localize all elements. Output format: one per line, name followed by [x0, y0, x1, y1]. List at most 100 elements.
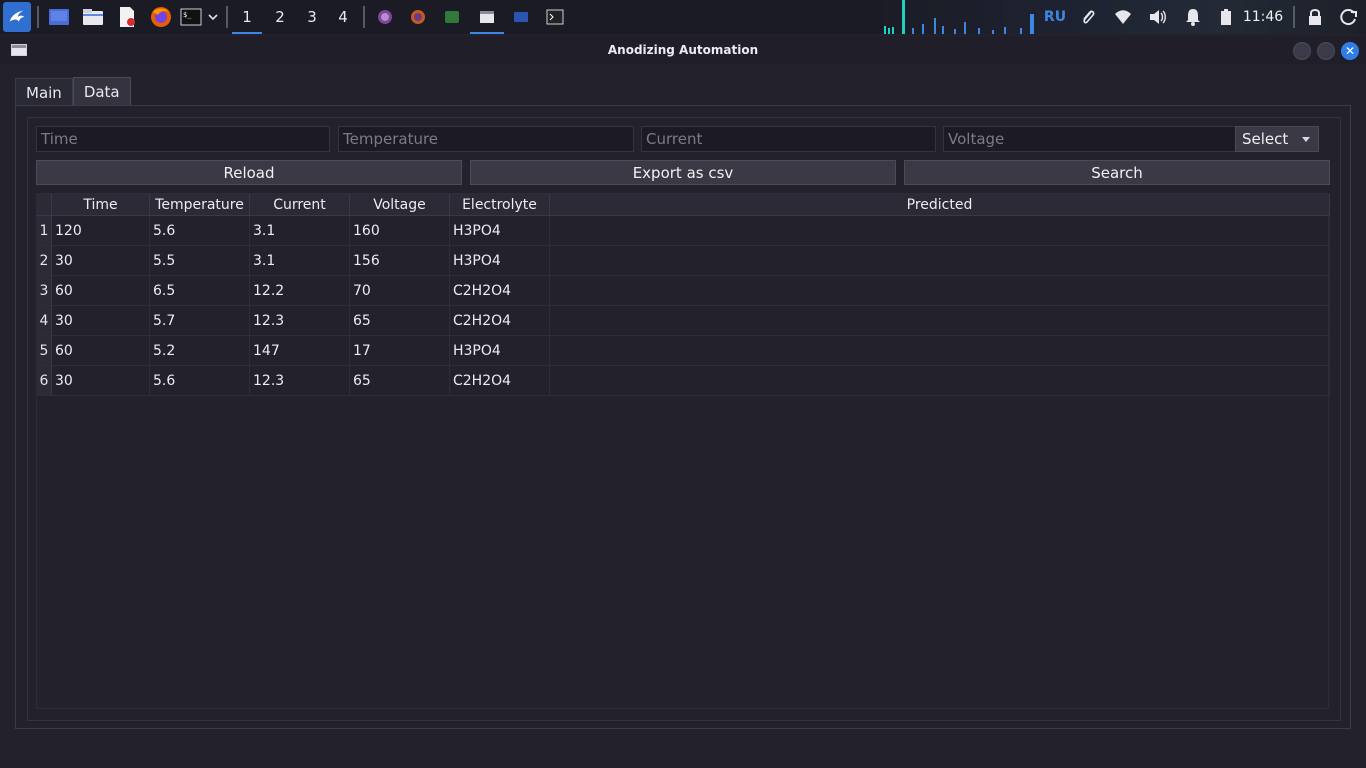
cell-voltage[interactable]: 156	[350, 246, 450, 276]
task-tor-browser[interactable]	[372, 0, 398, 34]
cell-current[interactable]: 12.3	[250, 306, 350, 336]
column-header-time[interactable]: Time	[52, 194, 150, 216]
table-row[interactable]: 6 30 5.6 12.3 65 C2H2O4	[37, 366, 1330, 396]
cell-temperature[interactable]: 5.6	[150, 366, 250, 396]
volume-button[interactable]	[1146, 0, 1170, 34]
cell-current[interactable]: 12.3	[250, 366, 350, 396]
table-row[interactable]: 5 60 5.2 147 17 H3PO4	[37, 336, 1330, 366]
cell-voltage[interactable]: 17	[350, 336, 450, 366]
tab-data[interactable]: Data	[72, 77, 131, 106]
cell-predicted[interactable]	[550, 306, 1330, 336]
corner-header[interactable]	[37, 194, 52, 216]
cell-predicted[interactable]	[550, 276, 1330, 306]
electrolyte-select[interactable]: Select	[1235, 126, 1319, 152]
cell-temperature[interactable]: 5.6	[150, 216, 250, 246]
app-window-icon	[514, 12, 528, 22]
export-csv-button[interactable]: Export as csv	[470, 160, 896, 185]
terminal-icon: $_	[180, 8, 202, 26]
file-manager-launcher[interactable]	[80, 0, 106, 34]
search-button[interactable]: Search	[904, 160, 1330, 185]
keyboard-layout-indicator[interactable]: RU	[1042, 0, 1068, 34]
cell-current[interactable]: 12.2	[250, 276, 350, 306]
cell-electrolyte[interactable]: C2H2O4	[450, 306, 550, 336]
maximize-button[interactable]	[1317, 42, 1335, 60]
task-app-green[interactable]	[439, 0, 465, 34]
cell-time[interactable]: 60	[52, 336, 150, 366]
cell-current[interactable]: 3.1	[250, 216, 350, 246]
cell-predicted[interactable]	[550, 216, 1330, 246]
close-button[interactable]: ✕	[1341, 42, 1359, 60]
voltage-filter-input[interactable]	[943, 126, 1238, 152]
minimize-button[interactable]	[1293, 42, 1311, 60]
tab-bar: Main Data	[15, 77, 131, 106]
cell-time[interactable]: 30	[52, 366, 150, 396]
cell-current[interactable]: 3.1	[250, 246, 350, 276]
cell-voltage[interactable]: 65	[350, 306, 450, 336]
cell-predicted[interactable]	[550, 366, 1330, 396]
cell-current[interactable]: 147	[250, 336, 350, 366]
logout-button[interactable]	[1337, 0, 1361, 34]
column-header-electrolyte[interactable]: Electrolyte	[450, 194, 550, 216]
row-header[interactable]: 2	[37, 246, 52, 275]
cell-electrolyte[interactable]: H3PO4	[450, 216, 550, 246]
cell-electrolyte[interactable]: C2H2O4	[450, 366, 550, 396]
row-header[interactable]: 1	[37, 216, 52, 245]
clock[interactable]: 11:46	[1241, 0, 1285, 34]
cell-time[interactable]: 60	[52, 276, 150, 306]
battery-button[interactable]	[1214, 0, 1238, 34]
cell-predicted[interactable]	[550, 246, 1330, 276]
table-row[interactable]: 2 30 5.5 3.1 156 H3PO4	[37, 246, 1330, 276]
row-header[interactable]: 5	[37, 336, 52, 365]
cell-temperature[interactable]: 5.5	[150, 246, 250, 276]
temperature-filter-input[interactable]	[338, 126, 634, 152]
workspace-2[interactable]: 2	[265, 0, 295, 34]
cell-time[interactable]: 120	[52, 216, 150, 246]
row-header[interactable]: 6	[37, 366, 52, 395]
cell-temperature[interactable]: 5.2	[150, 336, 250, 366]
row-header[interactable]: 3	[37, 276, 52, 305]
row-header[interactable]: 4	[37, 306, 52, 335]
task-firefox[interactable]	[405, 0, 431, 34]
table-row[interactable]: 3 60 6.5 12.2 70 C2H2O4	[37, 276, 1330, 306]
firefox-launcher[interactable]	[148, 0, 174, 34]
data-table[interactable]: Time Temperature Current Voltage Electro…	[36, 193, 1330, 709]
cell-temperature[interactable]: 6.5	[150, 276, 250, 306]
reload-button[interactable]: Reload	[36, 160, 462, 185]
window-titlebar[interactable]: Anodizing Automation ✕	[0, 36, 1366, 64]
show-desktop-launcher[interactable]	[46, 0, 72, 34]
time-filter-input[interactable]	[36, 126, 330, 152]
cell-voltage[interactable]: 65	[350, 366, 450, 396]
column-header-temperature[interactable]: Temperature	[150, 194, 250, 216]
cell-voltage[interactable]: 160	[350, 216, 450, 246]
notifications-button[interactable]	[1181, 0, 1205, 34]
cell-temperature[interactable]: 5.7	[150, 306, 250, 336]
cell-predicted[interactable]	[550, 336, 1330, 366]
text-editor-launcher[interactable]	[114, 0, 140, 34]
task-terminal[interactable]	[542, 0, 568, 34]
lock-screen-button[interactable]	[1303, 0, 1327, 34]
cell-electrolyte[interactable]: C2H2O4	[450, 276, 550, 306]
task-app-blue[interactable]	[508, 0, 534, 34]
cell-electrolyte[interactable]: H3PO4	[450, 246, 550, 276]
column-header-predicted[interactable]: Predicted	[550, 194, 1330, 216]
cell-electrolyte[interactable]: H3PO4	[450, 336, 550, 366]
table-row[interactable]: 4 30 5.7 12.3 65 C2H2O4	[37, 306, 1330, 336]
clipboard-manager-button[interactable]	[1076, 0, 1100, 34]
cell-time[interactable]: 30	[52, 306, 150, 336]
workspace-4[interactable]: 4	[328, 0, 358, 34]
cell-voltage[interactable]: 70	[350, 276, 450, 306]
column-header-current[interactable]: Current	[250, 194, 350, 216]
workspace-1[interactable]: 1	[232, 0, 262, 34]
current-filter-input[interactable]	[641, 126, 936, 152]
table-row[interactable]: 1 120 5.6 3.1 160 H3PO4	[37, 216, 1330, 246]
kali-menu-button[interactable]	[3, 2, 31, 32]
workspace-3[interactable]: 3	[297, 0, 327, 34]
network-button[interactable]	[1111, 0, 1135, 34]
launcher-dropdown[interactable]	[205, 0, 221, 34]
terminal-launcher[interactable]: $_	[178, 0, 204, 34]
tab-main[interactable]: Main	[15, 78, 73, 106]
task-anodizing-automation[interactable]	[470, 0, 504, 34]
column-header-voltage[interactable]: Voltage	[350, 194, 450, 216]
close-icon: ✕	[1344, 44, 1356, 58]
cell-time[interactable]: 30	[52, 246, 150, 276]
